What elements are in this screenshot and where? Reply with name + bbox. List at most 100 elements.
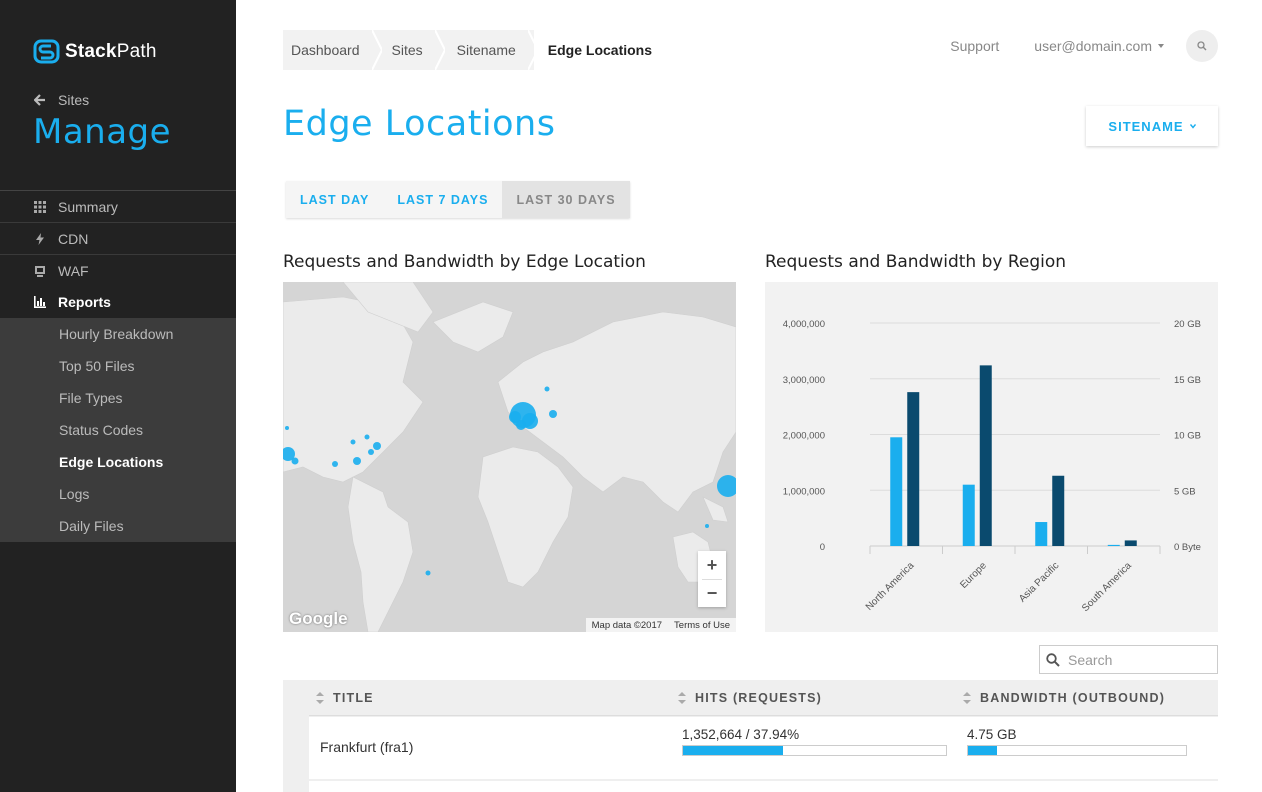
bar-bandwidth xyxy=(979,365,992,546)
breadcrumb-item-sites[interactable]: Sites xyxy=(378,30,445,70)
bar-requests xyxy=(962,484,975,546)
sort-icon xyxy=(678,691,686,704)
y-left-tick-label: 4,000,000 xyxy=(783,319,825,330)
breadcrumb-label: Sites xyxy=(391,42,423,58)
bandwidth-value: 4.75 GB xyxy=(967,727,1017,742)
brand-name: StackPath xyxy=(65,40,157,62)
bar-requests xyxy=(1107,544,1120,546)
site-select-label: SITENAME xyxy=(1108,118,1184,134)
support-link[interactable]: Support xyxy=(950,38,999,54)
chart-panel-title: Requests and Bandwidth by Region xyxy=(765,252,1067,272)
y-left-tick-label: 1,000,000 xyxy=(783,486,825,497)
bar-bandwidth xyxy=(1052,475,1065,546)
user-email: user@domain.com xyxy=(1034,38,1152,54)
column-header-label: TITLE xyxy=(333,690,374,705)
y-left-tick-label: 0 xyxy=(820,542,825,553)
y-right-tick-label: 20 GB xyxy=(1174,319,1201,330)
map-panel-title: Requests and Bandwidth by Edge Location xyxy=(283,252,646,272)
user-menu[interactable]: user@domain.com xyxy=(1034,38,1164,54)
breadcrumb: Dashboard Sites Sitename Edge Locations xyxy=(283,30,671,70)
back-link-label: Sites xyxy=(58,92,90,108)
zoom-in-button[interactable]: + xyxy=(698,551,726,579)
google-logo: Google xyxy=(289,609,348,628)
bar-chart-icon xyxy=(34,296,46,308)
breadcrumb-item-sitename[interactable]: Sitename xyxy=(441,30,538,70)
x-category-label: South America xyxy=(1080,560,1134,614)
date-range-tabs: LAST DAY LAST 7 DAYS LAST 30 DAYS xyxy=(286,181,630,218)
back-to-sites-link[interactable]: Sites xyxy=(34,92,89,108)
main-content: Dashboard Sites Sitename Edge Locations … xyxy=(236,0,1262,792)
breadcrumb-label: Dashboard xyxy=(291,42,360,58)
reports-subnav: Hourly Breakdown Top 50 Files File Types… xyxy=(0,318,236,542)
hits-value: 1,352,664 / 37.94% xyxy=(682,727,800,742)
edge-location-markers xyxy=(283,386,736,576)
map-zoom-controls: + − xyxy=(698,551,726,607)
subnav-item-hourly-breakdown[interactable]: Hourly Breakdown xyxy=(0,318,236,350)
breadcrumb-item-dashboard[interactable]: Dashboard xyxy=(283,30,382,70)
sidebar-item-waf[interactable]: WAF xyxy=(0,254,236,286)
column-header-hits[interactable]: HITS (REQUESTS) xyxy=(677,691,822,705)
section-title: Manage xyxy=(33,112,172,152)
bolt-icon xyxy=(34,232,46,245)
sidebar-item-label: WAF xyxy=(58,262,89,279)
subnav-item-top-50-files[interactable]: Top 50 Files xyxy=(0,350,236,382)
zoom-out-button[interactable]: − xyxy=(698,579,726,607)
tab-last-30-days[interactable]: LAST 30 DAYS xyxy=(502,181,630,218)
sort-icon xyxy=(316,691,324,704)
bar-bandwidth xyxy=(1124,540,1137,546)
y-right-tick-label: 10 GB xyxy=(1174,431,1201,442)
table-search-input[interactable]: Search xyxy=(1039,645,1218,674)
sort-icon xyxy=(963,691,971,704)
bar-requests xyxy=(890,437,903,546)
column-header-title[interactable]: TITLE xyxy=(315,691,374,705)
hits-progress-bar xyxy=(682,745,947,756)
shield-icon xyxy=(34,265,46,277)
bandwidth-cell: 4.75 GB xyxy=(967,727,1187,756)
sidebar: StackPath Sites Manage Summary CDN WAF R… xyxy=(0,0,236,792)
subnav-item-file-types[interactable]: File Types xyxy=(0,382,236,414)
search-button[interactable] xyxy=(1186,30,1218,62)
table-search-placeholder: Search xyxy=(1068,651,1113,668)
sidebar-item-reports[interactable]: Reports xyxy=(0,286,236,318)
subnav-item-edge-locations[interactable]: Edge Locations xyxy=(0,446,236,478)
map-data-credit: Map data ©2017 xyxy=(591,619,663,631)
sidebar-item-summary[interactable]: Summary xyxy=(0,190,236,222)
y-right-tick-label: 5 GB xyxy=(1174,486,1196,497)
sidebar-item-cdn[interactable]: CDN xyxy=(0,222,236,254)
table-row[interactable]: Frankfurt (fra1) 1,352,664 / 37.94% 4.75… xyxy=(309,717,1218,779)
tab-last-7-days[interactable]: LAST 7 DAYS xyxy=(383,181,502,218)
sidebar-item-label: Reports xyxy=(58,294,111,310)
stackpath-logo[interactable]: StackPath xyxy=(33,39,157,64)
grid-icon xyxy=(34,200,46,213)
table-row[interactable] xyxy=(309,781,1218,792)
hits-progress-fill xyxy=(683,746,783,755)
tab-last-day[interactable]: LAST DAY xyxy=(286,181,383,218)
bar-requests xyxy=(1035,522,1048,546)
location-title: Frankfurt (fra1) xyxy=(320,739,414,755)
sidebar-item-label: Summary xyxy=(58,198,118,215)
terms-of-use-link[interactable]: Terms of Use xyxy=(668,620,736,631)
bandwidth-progress-bar xyxy=(967,745,1187,756)
column-header-label: HITS (REQUESTS) xyxy=(695,690,823,705)
hits-cell: 1,352,664 / 37.94% xyxy=(682,727,947,756)
region-bar-chart: 4,000,000 20 GB 3,000,000 15 GB 2,000,000 10 … xyxy=(765,282,1218,632)
x-category-label: North America xyxy=(864,560,917,613)
site-select-dropdown[interactable]: SITENAME xyxy=(1086,106,1218,146)
y-right-tick-label: 0 Byte xyxy=(1174,542,1201,553)
x-category-label: Asia Pacific xyxy=(1017,560,1061,604)
subnav-item-logs[interactable]: Logs xyxy=(0,478,236,510)
y-right-tick-label: 15 GB xyxy=(1174,375,1201,386)
bandwidth-progress-fill xyxy=(968,746,998,755)
sidebar-item-label: CDN xyxy=(58,230,89,247)
map-attribution: Map data ©2017 Terms of Use xyxy=(585,618,736,632)
subnav-item-status-codes[interactable]: Status Codes xyxy=(0,414,236,446)
page-title: Edge Locations xyxy=(283,104,556,144)
edge-location-map[interactable]: + − Google Map data ©2017 Terms of Use xyxy=(283,282,736,632)
breadcrumb-item-current: Edge Locations xyxy=(533,30,671,70)
bar-bandwidth xyxy=(907,392,920,546)
x-category-label: Europe xyxy=(958,560,989,591)
caret-down-icon xyxy=(1158,44,1164,48)
table-header: TITLE HITS (REQUESTS) BANDWIDTH (OUTBOUN… xyxy=(309,680,1218,716)
column-header-bandwidth[interactable]: BANDWIDTH (OUTBOUND) xyxy=(962,691,1165,705)
subnav-item-daily-files[interactable]: Daily Files xyxy=(0,510,236,542)
